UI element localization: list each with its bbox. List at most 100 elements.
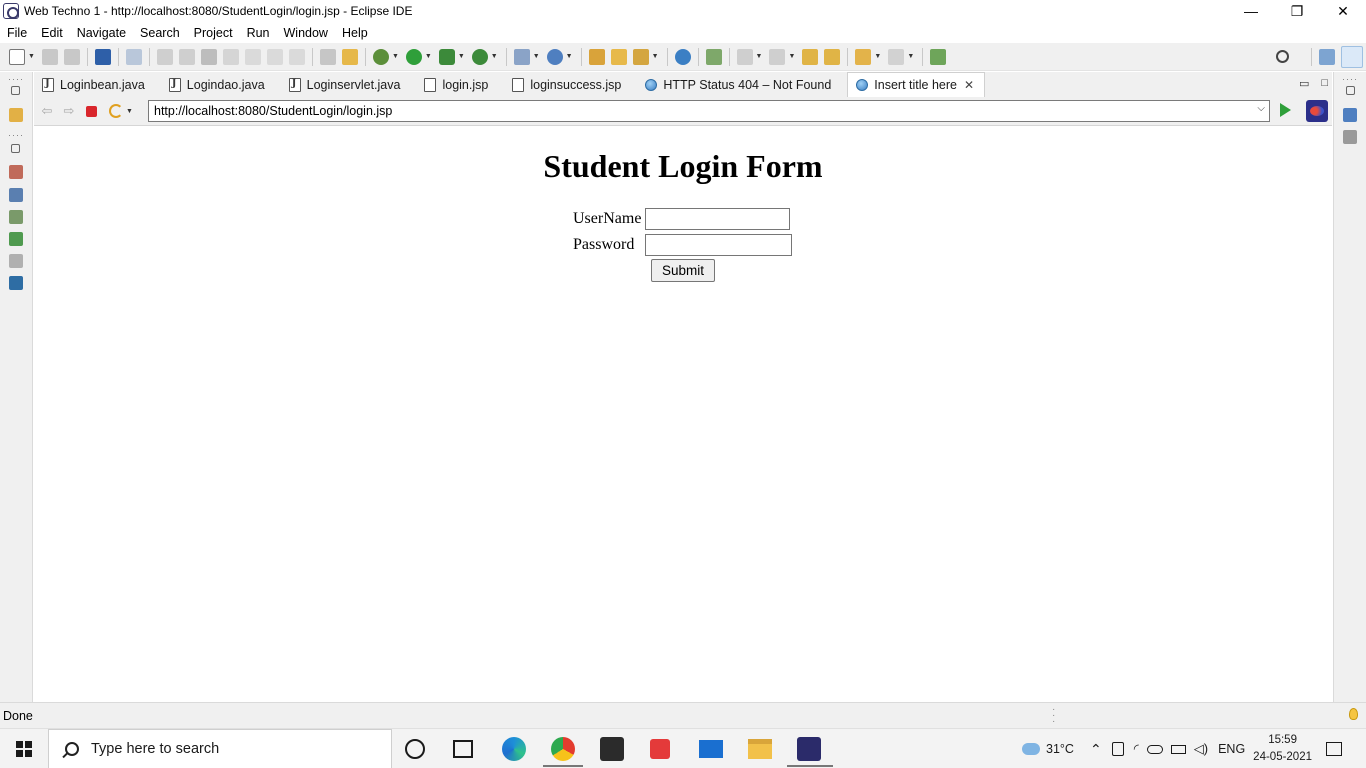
use-step-filters-icon[interactable]	[319, 48, 336, 65]
browser-back-icon[interactable]: ⇦	[38, 103, 56, 119]
external-tools-icon[interactable]	[471, 48, 488, 65]
terminal-icon[interactable]	[94, 48, 111, 65]
close-tab-icon[interactable]: ✕	[964, 78, 974, 92]
new-dropdown-icon[interactable]: ▼	[28, 53, 35, 60]
new-server-dropdown-icon[interactable]: ▼	[533, 53, 540, 60]
minimize-editor-icon[interactable]: ▭	[1299, 77, 1309, 90]
next-annotation-dropdown-icon[interactable]: ▼	[756, 53, 763, 60]
close-button[interactable]: ✕	[1320, 0, 1366, 22]
meet-now-icon[interactable]	[1111, 742, 1124, 756]
back-icon[interactable]	[855, 48, 872, 65]
tab-http-status-404[interactable]: HTTP Status 404 – Not Found	[637, 72, 841, 97]
search-dropdown-icon[interactable]: ▼	[652, 53, 659, 60]
gift-icon[interactable]	[650, 739, 670, 759]
forward-dropdown-icon[interactable]: ▼	[907, 53, 914, 60]
debug-dropdown-icon[interactable]: ▼	[392, 53, 399, 60]
trim-grip-icon[interactable]: ····	[1342, 74, 1358, 84]
task-view-icon[interactable]	[453, 740, 473, 758]
terminate-icon[interactable]	[200, 48, 217, 65]
tab-login-jsp[interactable]: login.jsp	[416, 72, 498, 97]
quick-access-search-icon[interactable]	[1276, 50, 1289, 63]
web-browser-icon[interactable]	[674, 48, 691, 65]
next-edit-icon[interactable]	[824, 48, 841, 65]
coverage-icon[interactable]	[438, 48, 455, 65]
forward-icon[interactable]	[888, 48, 905, 65]
trim-grip-icon[interactable]: ····	[8, 130, 24, 140]
menu-window[interactable]: Window	[277, 26, 335, 40]
start-button[interactable]	[0, 729, 48, 768]
restore-button[interactable]: ❐	[1274, 0, 1320, 22]
java-ee-perspective-icon[interactable]	[1341, 45, 1363, 68]
skip-breakpoints-icon[interactable]	[125, 48, 142, 65]
properties-icon[interactable]	[9, 210, 23, 224]
new-server-icon[interactable]	[513, 48, 530, 65]
maximize-editor-icon[interactable]: □	[1321, 77, 1328, 90]
tab-insert-title-here[interactable]: Insert title here ✕	[847, 72, 986, 97]
step-over-icon[interactable]	[266, 48, 283, 65]
data-source-icon[interactable]	[9, 254, 23, 268]
save-all-icon[interactable]	[63, 48, 80, 65]
menu-search[interactable]: Search	[133, 26, 187, 40]
notifications-icon[interactable]	[1326, 742, 1342, 756]
next-annotation-icon[interactable]	[736, 48, 753, 65]
project-explorer-icon[interactable]	[9, 108, 23, 122]
url-bar[interactable]: http://localhost:8080/StudentLogin/login…	[148, 100, 1270, 122]
password-input[interactable]	[645, 234, 793, 256]
submit-button[interactable]: Submit	[651, 259, 715, 282]
console-icon[interactable]	[9, 276, 23, 290]
back-dropdown-icon[interactable]: ▼	[874, 53, 881, 60]
input-language[interactable]: ENG	[1218, 742, 1245, 756]
menu-help[interactable]: Help	[335, 26, 375, 40]
chrome-icon[interactable]	[551, 737, 575, 761]
weather-icon[interactable]	[1022, 743, 1041, 755]
cortana-icon[interactable]	[405, 739, 425, 759]
menu-navigate[interactable]: Navigate	[70, 26, 133, 40]
browser-forward-icon[interactable]: ⇨	[60, 103, 78, 119]
previous-annotation-icon[interactable]	[769, 48, 786, 65]
restore-view-icon[interactable]	[1346, 86, 1355, 95]
minimize-button[interactable]: —	[1228, 0, 1274, 22]
temperature[interactable]: 31°C	[1046, 742, 1074, 756]
tip-lightbulb-icon[interactable]	[1349, 708, 1358, 720]
taskbar-search-box[interactable]: Type here to search	[48, 729, 392, 768]
open-folder-icon[interactable]	[610, 48, 627, 65]
new-class-icon[interactable]	[546, 48, 563, 65]
previous-annotation-dropdown-icon[interactable]: ▼	[788, 53, 795, 60]
new-icon[interactable]	[9, 48, 25, 65]
restore-view-icon[interactable]	[11, 86, 20, 95]
tab-loginsuccess-jsp[interactable]: loginsuccess.jsp	[504, 72, 631, 97]
menu-project[interactable]: Project	[187, 26, 240, 40]
search-toolbar-icon[interactable]	[632, 48, 649, 65]
last-edit-location-icon[interactable]	[802, 48, 819, 65]
username-input[interactable]	[645, 208, 791, 230]
coverage-dropdown-icon[interactable]: ▼	[458, 53, 465, 60]
servers-icon[interactable]	[9, 232, 23, 246]
external-tools-dropdown-icon[interactable]: ▼	[491, 53, 498, 60]
save-icon[interactable]	[41, 48, 58, 65]
battery-icon[interactable]	[1170, 744, 1186, 754]
tab-loginservlet-java[interactable]: Loginservlet.java	[281, 72, 411, 97]
eclipse-taskbar-icon[interactable]	[797, 737, 821, 761]
suspend-icon[interactable]	[178, 48, 195, 65]
trim-grip-icon[interactable]: ····	[8, 74, 24, 84]
tab-loginbean-java[interactable]: Loginbean.java	[34, 72, 155, 97]
menu-edit[interactable]: Edit	[34, 26, 70, 40]
debug-icon[interactable]	[372, 48, 389, 65]
run-dropdown-icon[interactable]: ▼	[425, 53, 432, 60]
disconnect-icon[interactable]	[222, 48, 239, 65]
toggle-mark-occurrences-icon[interactable]	[705, 48, 722, 65]
menu-file[interactable]: File	[0, 26, 34, 40]
markers-icon[interactable]	[9, 188, 23, 202]
edge-icon[interactable]	[502, 737, 526, 761]
volume-icon[interactable]: ◁)	[1194, 741, 1208, 757]
step-into-icon[interactable]	[244, 48, 261, 65]
wifi-icon[interactable]: ◜	[1134, 741, 1139, 757]
onedrive-icon[interactable]	[1146, 744, 1163, 754]
open-type-icon[interactable]	[588, 48, 605, 65]
outline-icon[interactable]	[9, 165, 23, 179]
step-return-icon[interactable]	[288, 48, 305, 65]
outline-view-icon[interactable]	[1343, 108, 1357, 122]
refresh-dropdown-icon[interactable]: ▼	[126, 108, 133, 115]
menu-run[interactable]: Run	[240, 26, 277, 40]
refresh-icon[interactable]	[109, 104, 123, 118]
